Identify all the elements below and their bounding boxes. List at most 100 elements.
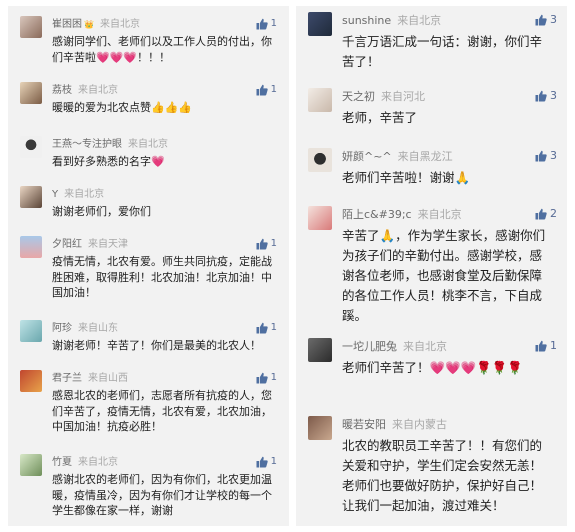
comment-text: 北农的教职员工辛苦了！！有您们的关爱和守护，学生们定会安然无恙！老师们也要做好防… xyxy=(342,438,543,513)
like-button[interactable]: 1 xyxy=(256,84,277,96)
like-count: 1 xyxy=(270,238,277,249)
thumbs-up-icon xyxy=(256,18,268,30)
like-button[interactable]: 1 xyxy=(535,340,557,352)
like-count: 3 xyxy=(550,89,557,102)
comment-item: 阿珍 来自山东 1 谢谢老师！辛苦了！你们是最美的北农人！ xyxy=(8,320,289,360)
thumbs-up-icon xyxy=(256,372,268,384)
comment-text: 老师们辛苦了！💗💗💗🌹🌹🌹 xyxy=(342,360,523,375)
avatar[interactable] xyxy=(20,236,42,258)
comment-author[interactable]: 荔枝 xyxy=(52,85,72,96)
comment-author[interactable]: 夕阳红 xyxy=(52,239,82,250)
comment-text: 辛苦了🙏，作为学生家长，感谢你们为孩子们的辛勤付出。感谢学校，感谢各位老师，也感… xyxy=(342,228,546,323)
thumbs-up-icon xyxy=(535,14,547,26)
comment-item: 荔枝 来自北京 1 暖暖的爱为北农点赞👍👍👍 xyxy=(8,82,289,122)
thumbs-up-icon xyxy=(535,208,547,220)
right-comment-panel: sunshine 来自北京 3 千言万语汇成一句话：谢谢，你们辛苦了！ 天之初 来自… xyxy=(296,6,567,526)
like-count: 3 xyxy=(550,13,557,26)
thumbs-up-icon xyxy=(256,238,268,250)
comment-location: 来自北京 xyxy=(99,19,140,30)
like-button[interactable]: 3 xyxy=(535,14,557,26)
comment-item: 夕阳红 来自天津 1 疫情无情，北农有爱。师生共同抗疫，定能战胜困难，取得胜利！北… xyxy=(8,236,289,316)
like-button[interactable]: 3 xyxy=(535,90,557,102)
comment-location: 来自北京 xyxy=(397,14,442,27)
comment-item: 妍颜^~^ 来自黑龙江 3 老师们辛苦啦！谢谢🙏 xyxy=(296,148,567,198)
thumbs-up-icon xyxy=(535,340,547,352)
comment-item: 暖若安阳 来自内蒙古 北农的教职员工辛苦了！！有您们的关爱和守护，学生们定会安然无… xyxy=(296,416,567,524)
comment-author[interactable]: sunshine xyxy=(342,14,391,27)
thumbs-up-icon xyxy=(256,456,268,468)
like-button[interactable]: 1 xyxy=(256,322,277,334)
avatar[interactable] xyxy=(308,88,332,112)
avatar[interactable] xyxy=(308,12,332,36)
comment-location: 来自北京 xyxy=(78,85,118,96)
thumbs-up-icon xyxy=(535,90,547,102)
like-count: 3 xyxy=(550,149,557,162)
comment-item: 君子兰 来自山西 1 感恩北农的老师们，志愿者所有抗疫的人，您们辛苦了，疫情无情，… xyxy=(8,370,289,440)
like-count: 1 xyxy=(270,18,277,29)
comment-item: 崔困困 👑 来自北京 1 感谢同学们、老师们以及工作人员的付出，你们辛苦啦💗💗💗！！… xyxy=(8,16,289,66)
comment-location: 来自北京 xyxy=(128,139,168,150)
comment-location: 来自黑龙江 xyxy=(397,150,453,163)
avatar[interactable] xyxy=(308,206,332,230)
comment-item: sunshine 来自北京 3 千言万语汇成一句话：谢谢，你们辛苦了！ xyxy=(296,12,567,78)
comment-author[interactable]: 王燕～专注护眼 xyxy=(52,139,122,150)
like-count: 1 xyxy=(550,339,557,352)
avatar[interactable] xyxy=(20,370,42,392)
like-count: 1 xyxy=(270,372,277,383)
comment-author[interactable]: 天之初 xyxy=(342,90,375,103)
comment-author[interactable]: 陌上c&#39;c xyxy=(342,208,412,221)
comment-author[interactable]: 一坨儿肥兔 xyxy=(342,340,397,353)
crown-badge-icon: 👑 xyxy=(84,20,94,29)
avatar[interactable] xyxy=(20,320,42,342)
comment-location: 来自北京 xyxy=(78,457,118,468)
like-button[interactable]: 2 xyxy=(535,208,557,220)
comment-text: 老师，辛苦了 xyxy=(342,110,418,125)
like-count: 1 xyxy=(270,456,277,467)
avatar[interactable] xyxy=(20,454,42,476)
like-count: 1 xyxy=(270,84,277,95)
comment-item: 陌上c&#39;c 来自北京 2 辛苦了🙏，作为学生家长，感谢你们为孩子们的辛勤付… xyxy=(296,206,567,336)
comment-author[interactable]: Y xyxy=(52,189,58,200)
comment-text: 看到好多熟悉的名字💗 xyxy=(52,155,165,168)
comment-item: 天之初 来自河北 3 老师，辛苦了 xyxy=(296,88,567,134)
avatar[interactable] xyxy=(308,416,332,440)
comment-item: 王燕～专注护眼 来自北京 看到好多熟悉的名字💗 xyxy=(8,136,289,176)
comment-item: Y 来自北京 谢谢老师们，爱你们 xyxy=(8,186,289,226)
avatar[interactable] xyxy=(20,186,42,208)
like-button[interactable]: 1 xyxy=(256,456,277,468)
avatar[interactable] xyxy=(20,16,42,38)
like-button[interactable]: 1 xyxy=(256,238,277,250)
comment-text: 千言万语汇成一句话：谢谢，你们辛苦了！ xyxy=(342,34,543,69)
comment-author[interactable]: 君子兰 xyxy=(52,373,82,384)
comment-location: 来自山西 xyxy=(88,373,128,384)
avatar[interactable] xyxy=(20,136,42,158)
comment-text: 暖暖的爱为北农点赞👍👍👍 xyxy=(52,101,193,114)
thumbs-up-icon xyxy=(535,150,547,162)
comment-text: 老师们辛苦啦！谢谢🙏 xyxy=(342,170,471,185)
comment-location: 来自北京 xyxy=(64,189,105,200)
like-button[interactable]: 3 xyxy=(535,150,557,162)
comment-text: 感谢北农的老师们，因为有你们，北农更加温暖，疫情虽冷，因为有你们才让学校的每一个… xyxy=(52,473,272,517)
comment-text: 感谢同学们、老师们以及工作人员的付出，你们辛苦啦💗💗💗！！！ xyxy=(52,35,272,64)
comment-author[interactable]: 阿珍 xyxy=(52,323,72,334)
comment-text: 谢谢老师们，爱你们 xyxy=(52,205,151,218)
avatar[interactable] xyxy=(308,148,332,172)
comment-location: 来自内蒙古 xyxy=(392,418,447,431)
comment-author[interactable]: 崔困困 xyxy=(52,19,82,30)
comment-text: 谢谢老师！辛苦了！你们是最美的北农人！ xyxy=(52,339,261,352)
comment-location: 来自天津 xyxy=(88,239,128,250)
comment-author[interactable]: 竹夏 xyxy=(52,457,72,468)
avatar[interactable] xyxy=(308,338,332,362)
comment-location: 来自山东 xyxy=(78,323,118,334)
comment-author[interactable]: 暖若安阳 xyxy=(342,418,386,431)
like-button[interactable]: 1 xyxy=(256,18,277,30)
avatar[interactable] xyxy=(20,82,42,104)
comment-author[interactable]: 妍颜^~^ xyxy=(342,150,392,163)
comment-text: 感恩北农的老师们，志愿者所有抗疫的人，您们辛苦了，疫情无情，北农有爱，北农加油，… xyxy=(52,389,272,433)
thumbs-up-icon xyxy=(256,322,268,334)
comment-location: 来自北京 xyxy=(403,340,447,353)
comment-item: 一坨儿肥兔 来自北京 1 老师们辛苦了！💗💗💗🌹🌹🌹 xyxy=(296,338,567,404)
comment-item: 竹夏 来自北京 1 感谢北农的老师们，因为有你们，北农更加温暖，疫情虽冷，因为有你… xyxy=(8,454,289,524)
comment-location: 来自河北 xyxy=(381,90,425,103)
like-button[interactable]: 1 xyxy=(256,372,277,384)
